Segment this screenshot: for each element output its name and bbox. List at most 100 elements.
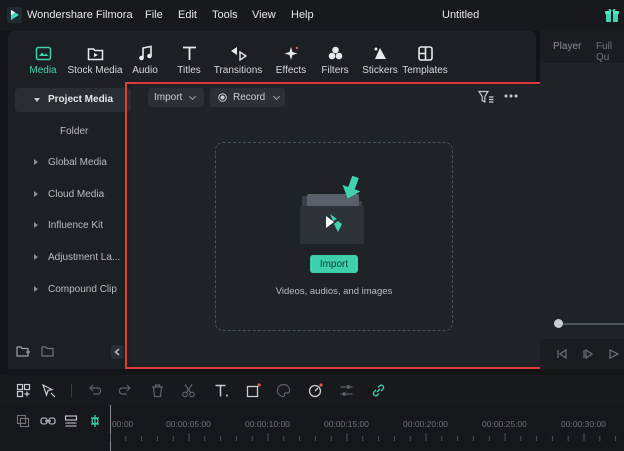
sidebar-item-compound-clip[interactable]: Compound Clip <box>15 278 131 302</box>
sidebar-item-label: Adjustment La... <box>48 252 121 263</box>
sidebar-item-project-media[interactable]: Project Media <box>15 88 131 112</box>
tool-titles[interactable]: Titles <box>174 31 204 79</box>
sparkle-icon <box>284 46 298 60</box>
toolbar-divider <box>71 384 72 397</box>
ai-speed-icon[interactable] <box>308 383 323 398</box>
highlight-frame <box>125 82 545 369</box>
title-bar: Wondershare Filmora File Edit Tools View… <box>0 0 624 31</box>
scissors-icon[interactable] <box>181 383 196 398</box>
stock-media-icon <box>87 48 103 61</box>
tool-stickers-label: Stickers <box>362 65 398 76</box>
timeline-tick-label: 00:00 <box>112 419 134 429</box>
tool-effects[interactable]: Effects <box>274 31 308 79</box>
tab-full-quality[interactable]: Full Qu <box>596 41 624 63</box>
tool-audio[interactable]: Audio <box>130 31 160 79</box>
menu-tools[interactable]: Tools <box>212 9 238 21</box>
sidebar-item-label: Cloud Media <box>48 189 105 200</box>
previous-frame-icon[interactable] <box>556 348 568 360</box>
sidebar-item-label: Compound Clip <box>48 284 117 295</box>
redo-icon[interactable] <box>118 383 133 398</box>
tool-transitions-label: Transitions <box>213 65 263 76</box>
link-clips-icon[interactable] <box>40 414 56 428</box>
player-seek-bar[interactable] <box>556 323 624 325</box>
music-note-icon <box>138 45 152 61</box>
tool-filters[interactable]: Filters <box>320 31 350 79</box>
new-folder-icon[interactable] <box>16 345 30 358</box>
timeline-playhead[interactable] <box>110 405 111 451</box>
sidebar-item-global-media[interactable]: Global Media <box>15 151 131 175</box>
tool-media-label: Media <box>29 65 57 76</box>
text-t-icon <box>182 46 196 60</box>
sidebar-item-folder[interactable]: Folder <box>15 120 131 144</box>
document-title: Untitled <box>442 9 480 21</box>
sidebar-item-label: Global Media <box>48 157 107 168</box>
chevron-right-icon <box>34 286 38 292</box>
timeline-area <box>0 405 624 451</box>
sidebar-item-adjustment-layer[interactable]: Adjustment La... <box>15 246 131 270</box>
text-tool-icon[interactable] <box>214 383 229 398</box>
timeline-ruler[interactable] <box>110 433 624 441</box>
undo-icon[interactable] <box>87 383 102 398</box>
timeline-tick-label: 00:00:25:00 <box>482 419 527 429</box>
tool-media[interactable]: Media <box>28 31 58 79</box>
filmora-logo-icon <box>7 7 22 23</box>
stickers-icon <box>374 47 386 59</box>
media-icon <box>35 46 51 61</box>
add-track-icon[interactable] <box>16 414 30 428</box>
chevron-left-icon <box>114 348 120 356</box>
transitions-icon <box>230 47 247 62</box>
play-forward-icon[interactable] <box>608 348 620 360</box>
link-icon[interactable] <box>371 383 386 398</box>
menu-edit[interactable]: Edit <box>178 9 197 21</box>
tool-titles-label: Titles <box>177 65 201 76</box>
chevron-right-icon <box>34 254 38 260</box>
folder-icon[interactable] <box>41 345 55 358</box>
tool-stock-media[interactable]: Stock Media <box>66 31 124 79</box>
gift-icon[interactable] <box>604 7 620 23</box>
snap-magnet-icon[interactable] <box>88 414 102 428</box>
track-layout-icon[interactable] <box>64 414 78 428</box>
chevron-right-icon <box>34 222 38 228</box>
crop-icon[interactable] <box>246 383 261 398</box>
timeline-tick-label: 00:00:15:00 <box>324 419 369 429</box>
player-seek-handle[interactable] <box>554 319 563 328</box>
player-preview <box>540 63 624 339</box>
tool-templates-label: Templates <box>402 65 448 76</box>
timeline-tick-label: 00:00:30:00 <box>561 419 606 429</box>
select-cursor-icon[interactable] <box>41 383 56 398</box>
player-tab-bar: Player Full Qu <box>540 35 624 63</box>
player-panel: Player Full Qu <box>540 31 624 369</box>
tool-stock-media-label: Stock Media <box>67 65 123 76</box>
chevron-right-icon <box>34 191 38 197</box>
templates-icon <box>417 46 433 61</box>
menu-help[interactable]: Help <box>291 9 314 21</box>
sidebar-item-influence-kit[interactable]: Influence Kit <box>15 214 131 238</box>
layout-grid-icon[interactable] <box>16 383 31 398</box>
timeline-tick-label: 00:00:10:00 <box>245 419 290 429</box>
chevron-down-icon <box>34 98 40 102</box>
filters-icon <box>328 46 342 60</box>
adjust-sliders-icon[interactable] <box>339 383 354 398</box>
tool-effects-label: Effects <box>275 65 307 76</box>
play-icon[interactable] <box>582 348 594 360</box>
chevron-right-icon <box>34 159 38 165</box>
tool-audio-label: Audio <box>132 65 158 76</box>
timeline-tick-label: 00:00:05:00 <box>166 419 211 429</box>
sidebar-item-label: Project Media <box>48 94 114 105</box>
tool-stickers[interactable]: Stickers <box>362 31 398 79</box>
tool-filters-label: Filters <box>321 65 349 76</box>
collapse-sidebar-button[interactable] <box>111 345 123 359</box>
color-palette-icon[interactable] <box>276 383 291 398</box>
menu-file[interactable]: File <box>145 9 163 21</box>
app-name: Wondershare Filmora <box>27 9 133 21</box>
sidebar-item-label: Folder <box>60 126 89 137</box>
timeline-tick-label: 00:00:20:00 <box>403 419 448 429</box>
menu-view[interactable]: View <box>252 9 276 21</box>
sidebar-item-label: Influence Kit <box>48 220 104 231</box>
sidebar-item-cloud-media[interactable]: Cloud Media <box>15 183 131 207</box>
delete-icon[interactable] <box>150 383 165 398</box>
tab-player[interactable]: Player <box>553 41 581 52</box>
media-toolbar: Media Stock Media Audio Titles Transitio… <box>8 31 536 79</box>
tool-transitions[interactable]: Transitions <box>214 31 262 79</box>
tool-templates[interactable]: Templates <box>402 31 448 79</box>
